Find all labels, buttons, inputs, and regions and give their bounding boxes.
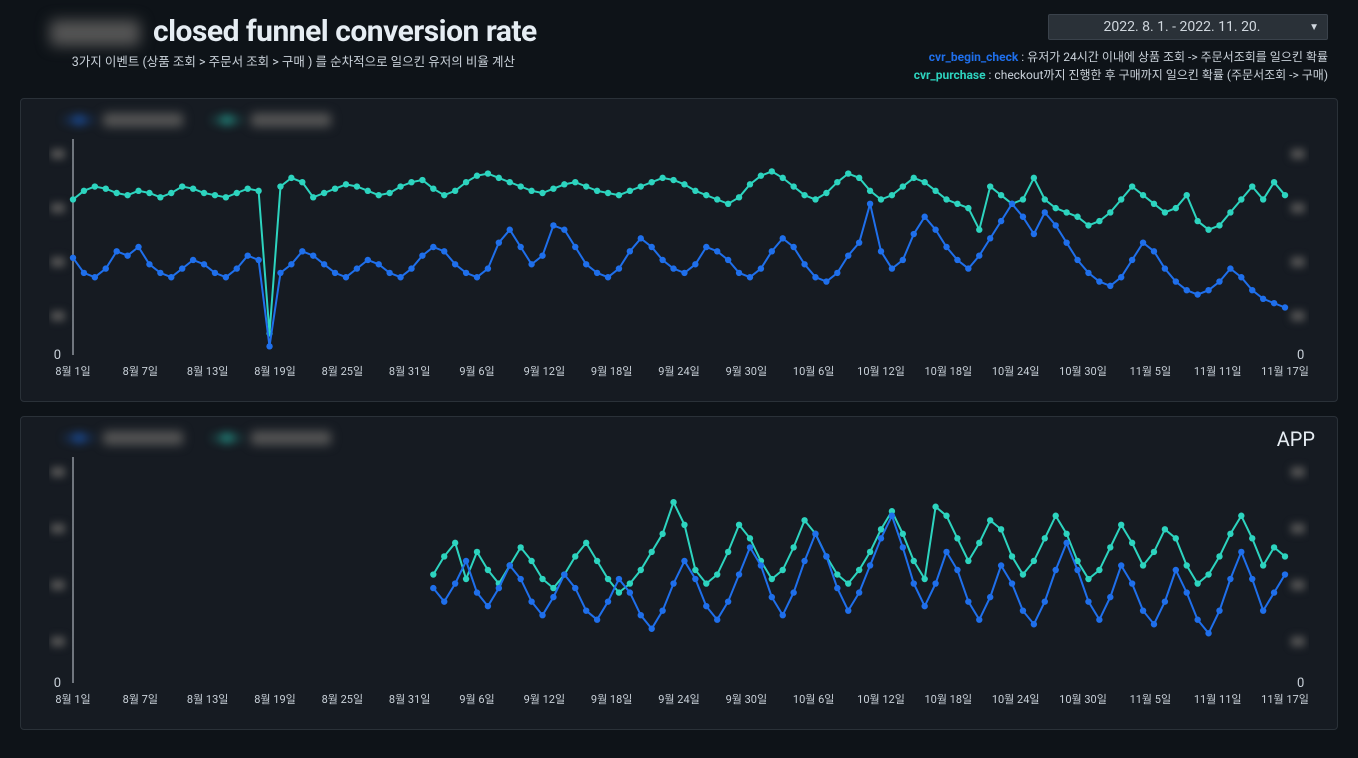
legend-label-redacted [103,113,183,127]
page-subtitle: 3가지 이벤트 (상품 조회 > 주문서 조회 > 구매 ) 를 순차적으로 일… [50,51,537,70]
svg-text:10월 6일: 10월 6일 [793,692,835,706]
svg-text:10월 30일: 10월 30일 [1059,364,1107,378]
svg-text:10월 6일: 10월 6일 [793,364,835,378]
dashboard-header: closed funnel conversion rate 3가지 이벤트 (상… [10,10,1348,92]
desc-line-purchase: cvr_purchase : checkout까지 진행한 후 구매까지 일으킨… [914,66,1328,84]
svg-text:8월 25일: 8월 25일 [322,692,364,706]
svg-text:9월 12일: 9월 12일 [524,364,566,378]
svg-text:10월 18일: 10월 18일 [924,692,972,706]
svg-text:0: 0 [54,676,61,691]
svg-text:0: 0 [1297,676,1304,691]
desc-key-purchase: cvr_purchase [914,68,986,82]
caret-down-icon: ▼ [1309,22,1319,33]
svg-text:11월 11일: 11월 11일 [1194,692,1242,706]
legend-swatch-icon [213,437,241,439]
svg-text:8월 25일: 8월 25일 [322,364,364,378]
legend-item[interactable] [213,113,331,127]
svg-text:10월 18일: 10월 18일 [924,364,972,378]
svg-text:8월 13일: 8월 13일 [187,364,229,378]
svg-text:0: 0 [54,348,61,363]
svg-text:9월 24일: 9월 24일 [658,692,700,706]
date-range-picker[interactable]: 2022. 8. 1. - 2022. 11. 20. ▼ [1048,14,1328,40]
legend-item[interactable] [65,431,183,445]
legend-label-redacted [103,431,183,445]
svg-text:9월 6일: 9월 6일 [459,692,494,706]
title-text: closed funnel conversion rate [153,14,537,49]
panel-label-app: APP [1277,427,1315,451]
svg-text:11월 17일: 11월 17일 [1261,692,1309,706]
legend-swatch-icon [65,437,93,439]
chart-panel-overall: 008월 1일8월 7일8월 13일8월 19일8월 25일8월 31일9월 6… [20,98,1338,402]
svg-text:8월 31일: 8월 31일 [389,364,431,378]
svg-text:8월 19일: 8월 19일 [254,692,296,706]
svg-text:8월 7일: 8월 7일 [123,364,158,378]
svg-text:10월 12일: 10월 12일 [857,692,905,706]
line-chart-app[interactable]: 008월 1일8월 7일8월 13일8월 19일8월 25일8월 31일9월 6… [49,451,1309,711]
legend-row [49,109,1309,133]
chart-panel-app: APP 008월 1일8월 7일8월 13일8월 19일8월 25일8월 31일… [20,416,1338,730]
svg-text:10월 24일: 10월 24일 [992,692,1040,706]
redacted-title-prefix [50,20,140,46]
svg-text:9월 24일: 9월 24일 [658,364,700,378]
svg-text:9월 30일: 9월 30일 [726,364,768,378]
svg-text:10월 30일: 10월 30일 [1059,692,1107,706]
legend-description: cvr_begin_check : 유저가 24시간 이내에 상품 조회 -> … [914,48,1328,84]
legend-label-redacted [251,431,331,445]
legend-row [49,427,1309,451]
svg-text:11월 11일: 11월 11일 [1194,364,1242,378]
svg-text:8월 1일: 8월 1일 [55,692,90,706]
svg-text:8월 7일: 8월 7일 [123,692,158,706]
svg-text:8월 1일: 8월 1일 [55,364,90,378]
desc-key-begin-check: cvr_begin_check [929,50,1019,64]
title-block: closed funnel conversion rate 3가지 이벤트 (상… [50,14,537,70]
svg-text:8월 13일: 8월 13일 [187,692,229,706]
svg-text:9월 18일: 9월 18일 [591,692,633,706]
svg-text:11월 5일: 11월 5일 [1130,692,1172,706]
svg-text:8월 19일: 8월 19일 [254,364,296,378]
svg-text:11월 17일: 11월 17일 [1261,364,1309,378]
legend-label-redacted [251,113,331,127]
legend-swatch-icon [213,119,241,121]
legend-swatch-icon [65,119,93,121]
legend-item[interactable] [213,431,331,445]
svg-text:9월 12일: 9월 12일 [524,692,566,706]
svg-text:9월 30일: 9월 30일 [726,692,768,706]
line-chart-overall[interactable]: 008월 1일8월 7일8월 13일8월 19일8월 25일8월 31일9월 6… [49,133,1309,383]
header-right: 2022. 8. 1. - 2022. 11. 20. ▼ cvr_begin_… [914,14,1328,84]
desc-text-begin-check: : 유저가 24시간 이내에 상품 조회 -> 주문서조회를 일으킨 확률 [1018,50,1328,64]
legend-item[interactable] [65,113,183,127]
svg-text:9월 18일: 9월 18일 [591,364,633,378]
svg-text:9월 6일: 9월 6일 [459,364,494,378]
svg-text:10월 12일: 10월 12일 [857,364,905,378]
date-range-value: 2022. 8. 1. - 2022. 11. 20. [1103,19,1260,35]
page-title: closed funnel conversion rate [50,14,537,49]
desc-line-begin-check: cvr_begin_check : 유저가 24시간 이내에 상품 조회 -> … [914,48,1328,66]
svg-text:11월 5일: 11월 5일 [1130,364,1172,378]
svg-text:8월 31일: 8월 31일 [389,692,431,706]
svg-text:10월 24일: 10월 24일 [992,364,1040,378]
desc-text-purchase: : checkout까지 진행한 후 구매까지 일으킨 확률 (주문서조회 ->… [986,68,1328,82]
svg-text:0: 0 [1297,348,1304,363]
